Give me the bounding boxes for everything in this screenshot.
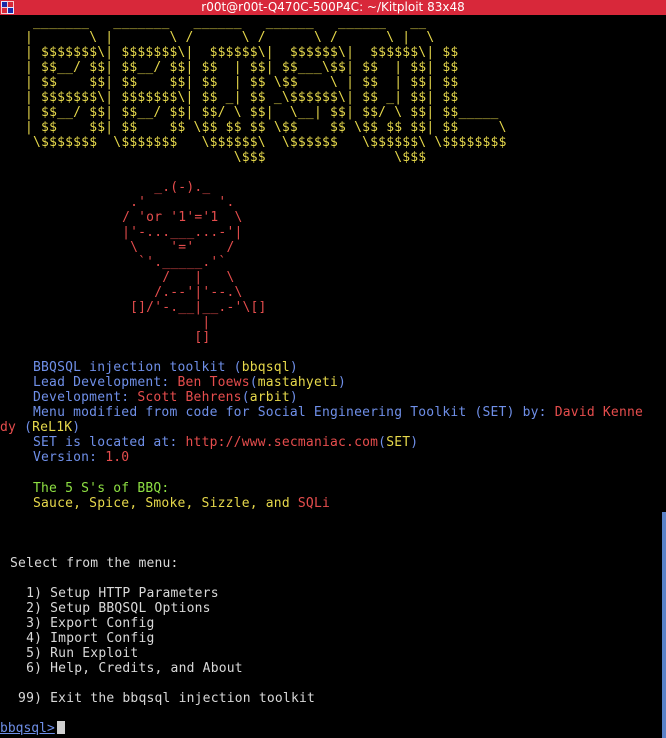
menu-credit-line-wrap: dy (ReL1K): [0, 420, 81, 435]
scrollbar-thumb[interactable]: [662, 512, 666, 738]
menu-item-4: 4) Import Config: [2, 631, 155, 646]
grill-line-8: /.--'|'--.\: [90, 285, 243, 300]
set-url-link[interactable]: http://www.secmaniac.com: [186, 435, 379, 450]
dev-line: Development: Scott Behrens(arbit): [33, 390, 298, 405]
prompt-label: bbqsql>: [0, 721, 55, 736]
logo-line-6: | $$$$$$$\| $$$$$$$\| $$ _| $$ _\$$$$$$\…: [25, 90, 459, 105]
menu-item-3: 3) Export Config: [2, 616, 155, 631]
menu-item-exit: 99) Exit the bbqsql injection toolkit: [2, 691, 316, 706]
menu-item-1: 1) Setup HTTP Parameters: [2, 586, 219, 601]
logo-line-4: | $$__/ $$| $$__/ $$| $$ | $$| $$___\$$|…: [25, 60, 459, 75]
grill-line-7: / | \: [90, 270, 235, 285]
grill-line-6: `'._____.'`: [90, 255, 227, 270]
grill-line-2: .' '.: [90, 195, 235, 210]
grill-line-1: _.(-)._: [90, 180, 211, 195]
menu-credit-line: Menu modified from code for Social Engin…: [33, 405, 644, 420]
command-prompt[interactable]: bbqsql>: [0, 721, 65, 736]
logo-line-9: \$$$$$$$ \$$$$$$$ \$$$$$$\ \$$$$$$ \$$$$…: [25, 135, 507, 150]
logo-line-1: _______ _______ ______ ______ ______ __: [25, 15, 427, 30]
logo-line-2: | \ | \ / \ / \ / \ | \: [25, 30, 435, 45]
logo-line-5: | $$ $$| $$ $$| $$ | $$ \$$ \ | $$ | $$|…: [25, 75, 459, 90]
text-cursor: [56, 721, 65, 734]
window-menu-icon[interactable]: [1, 1, 14, 14]
logo-line-8: | $$ $$| $$ $$ \$$ $$ $$ \$$ $$ \$$ $$ $…: [25, 120, 507, 135]
lead-dev-line: Lead Development: Ben Toews(mastahyeti): [33, 375, 347, 390]
title-bar[interactable]: r00t@r00t-Q470C-500P4C: ~/Kitploit 83x48: [0, 0, 666, 15]
grill-line-5: \ '=' /: [90, 240, 235, 255]
menu-item-5: 5) Run Exploit: [2, 646, 139, 661]
five-s-heading: The 5 S's of BBQ:: [33, 481, 170, 496]
menu-item-2: 2) Setup BBQSQL Options: [2, 601, 211, 616]
terminal-window: r00t@r00t-Q470C-500P4C: ~/Kitploit 83x48…: [0, 0, 666, 738]
window-title: r00t@r00t-Q470C-500P4C: ~/Kitploit 83x48: [201, 0, 465, 14]
set-location-line: SET is located at: http://www.secmaniac.…: [33, 435, 419, 450]
menu-item-6: 6) Help, Credits, and About: [2, 661, 243, 676]
grill-line-11: []: [90, 330, 211, 345]
logo-line-10: \$$$ \$$$: [25, 150, 427, 165]
toolkit-line: BBQSQL injection toolkit (bbqsql): [33, 360, 298, 375]
logo-line-3: | $$$$$$$\| $$$$$$$\| $$$$$$\| $$$$$$\| …: [25, 45, 459, 60]
terminal-output: _______ _______ ______ ______ ______ __ …: [0, 15, 662, 738]
logo-line-7: | $$__/ $$| $$__/ $$| $$/ \ $$| \__| $$|…: [25, 105, 499, 120]
five-s-list: Sauce, Spice, Smoke, Sizzle, and SQLi: [33, 496, 330, 511]
version-line: Version: 1.0: [33, 450, 130, 465]
grill-line-3: / 'or '1'='1 \: [90, 210, 243, 225]
scrollbar[interactable]: [662, 15, 666, 738]
grill-line-10: |: [90, 315, 211, 330]
grill-line-4: |'-...___...-'|: [90, 225, 243, 240]
menu-heading: Select from the menu:: [2, 556, 179, 571]
grill-line-9: []/'-.__|__.-'\[]: [90, 300, 267, 315]
